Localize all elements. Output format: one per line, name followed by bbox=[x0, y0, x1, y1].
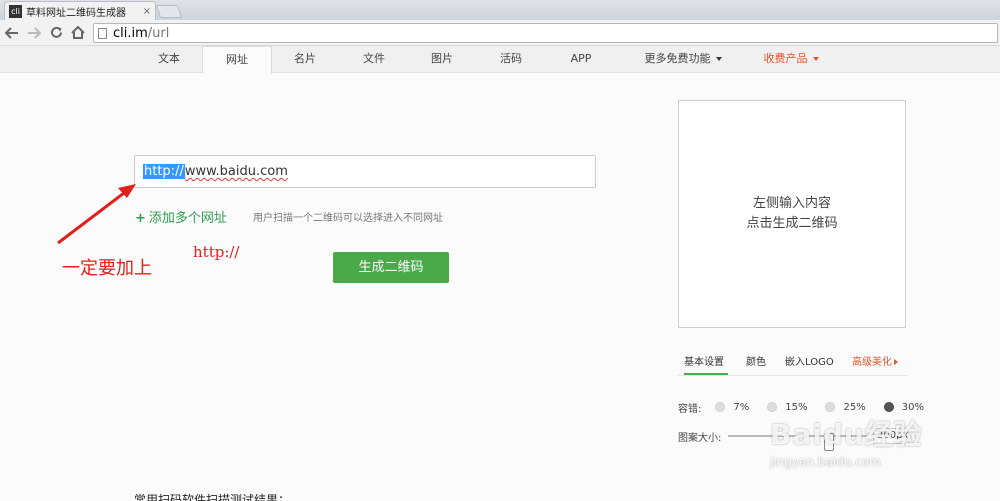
add-url-label: 添加多个网址 bbox=[148, 211, 227, 226]
watermark-url: jingyan.baidu.com bbox=[770, 455, 881, 469]
add-url-hint: 用户扫描一个二维码可以选择进入不同网址 bbox=[253, 213, 443, 224]
ec-radio-7[interactable] bbox=[715, 402, 726, 412]
ec-option-30: 30% bbox=[901, 401, 924, 413]
tab-file[interactable]: 文件 bbox=[353, 46, 395, 73]
ec-option-7: 7% bbox=[733, 401, 750, 413]
browser-tab[interactable]: cli 草料网址二维码生成器 × bbox=[4, 1, 156, 20]
tab-color[interactable]: 颜色 bbox=[746, 351, 766, 375]
tab-url[interactable]: 网址 bbox=[202, 46, 272, 74]
more-features-label: 更多免费功能 bbox=[644, 52, 711, 65]
chevron-down-icon bbox=[812, 57, 819, 61]
chevron-down-icon bbox=[715, 57, 722, 61]
tab-image[interactable]: 图片 bbox=[421, 46, 463, 73]
generate-qr-button[interactable]: 生成二维码 bbox=[333, 252, 449, 283]
advanced-beautify-label: 高级美化 bbox=[852, 357, 892, 368]
add-multiple-urls-link[interactable]: + 添加多个网址 bbox=[135, 207, 227, 226]
chevron-right-icon bbox=[894, 359, 898, 365]
tab-close-icon[interactable]: × bbox=[143, 6, 151, 17]
error-correction-row: 容错: 7% 15% 25% 30% bbox=[678, 400, 942, 415]
tab-app[interactable]: APP bbox=[560, 46, 602, 73]
qr-preview-box: 左侧输入内容 点击生成二维码 bbox=[678, 100, 906, 328]
baidu-jingyan-watermark: Baidu经验 jingyan.baidu.com bbox=[770, 413, 923, 469]
preview-line-2: 点击生成二维码 bbox=[746, 216, 838, 231]
reload-icon[interactable] bbox=[46, 23, 66, 43]
tab-embed-logo[interactable]: 嵌入LOGO bbox=[785, 351, 834, 375]
url-input-selected-text: http:// bbox=[143, 164, 185, 179]
url-input[interactable]: http://www.baidu.com bbox=[134, 155, 596, 188]
settings-tabs: 基本设置 颜色 嵌入LOGO 高级美化 bbox=[678, 351, 908, 375]
tab-basic-settings[interactable]: 基本设置 bbox=[684, 351, 728, 375]
ec-option-25: 25% bbox=[843, 401, 866, 413]
tab-title: 草料网址二维码生成器 bbox=[26, 7, 126, 19]
new-tab-button[interactable] bbox=[155, 5, 183, 18]
scan-test-heading: 常用扫码软件扫描测试结果： bbox=[134, 493, 291, 501]
error-correction-label: 容错: bbox=[678, 403, 702, 415]
ec-radio-25[interactable] bbox=[825, 402, 836, 412]
browser-tabstrip: cli 草料网址二维码生成器 × bbox=[0, 0, 1000, 20]
tab-card[interactable]: 名片 bbox=[284, 46, 326, 73]
tab-more-features[interactable]: 更多免费功能 bbox=[636, 46, 730, 73]
ec-option-15: 15% bbox=[785, 401, 808, 413]
site-favicon-icon: cli bbox=[9, 4, 22, 18]
tab-paid-products[interactable]: 收费产品 bbox=[756, 46, 826, 73]
url-input-text: www.baidu.com bbox=[184, 164, 288, 179]
page-icon bbox=[98, 27, 107, 39]
browser-toolbar: cli.im/url bbox=[0, 20, 1000, 46]
pattern-size-label: 图案大小: bbox=[678, 433, 722, 444]
settings-divider bbox=[678, 375, 908, 376]
ec-radio-30[interactable] bbox=[883, 402, 894, 412]
site-nav: 文本 网址 名片 文件 图片 活码 APP 更多免费功能 收费产品 bbox=[0, 46, 1000, 74]
plus-icon: + bbox=[135, 211, 146, 226]
forward-icon[interactable] bbox=[24, 23, 44, 43]
tab-text[interactable]: 文本 bbox=[148, 46, 190, 73]
back-icon[interactable] bbox=[2, 23, 22, 43]
watermark-logo: Baidu经验 bbox=[770, 418, 923, 451]
paid-products-label: 收费产品 bbox=[763, 52, 808, 65]
address-bar[interactable]: cli.im/url bbox=[93, 23, 998, 43]
tab-advanced-beautify[interactable]: 高级美化 bbox=[852, 351, 898, 375]
preview-line-1: 左侧输入内容 bbox=[752, 196, 831, 211]
url-path: /url bbox=[147, 25, 170, 41]
ec-radio-15[interactable] bbox=[767, 402, 778, 412]
url-host: cli.im bbox=[113, 25, 148, 41]
home-icon[interactable] bbox=[68, 23, 88, 43]
annotation-http: http:// bbox=[193, 243, 240, 261]
annotation-must-add: 一定要加上 bbox=[62, 258, 152, 279]
tab-live-code[interactable]: 活码 bbox=[490, 46, 532, 73]
